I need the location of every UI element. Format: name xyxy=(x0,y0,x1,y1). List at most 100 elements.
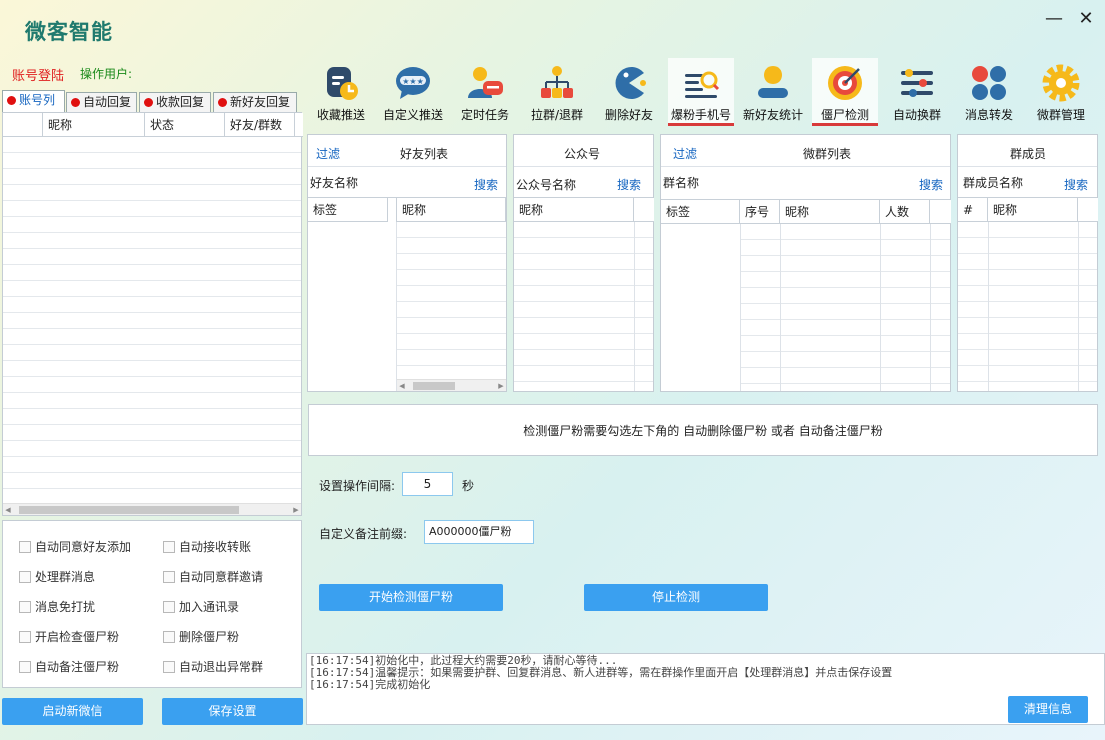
sliders-icon xyxy=(901,69,933,97)
org-chart-icon xyxy=(541,66,573,98)
option-exit-abnormal-group[interactable]: 自动退出异常群 xyxy=(163,659,263,675)
members-search-link[interactable]: 搜索 xyxy=(1064,176,1088,193)
tool-new-friend-stats[interactable]: 新好友统计 xyxy=(740,58,806,126)
option-add-to-contacts[interactable]: 加入通讯录 xyxy=(163,599,239,615)
checkbox[interactable] xyxy=(163,661,175,673)
tool-join-leave-group[interactable]: 拉群/退群 xyxy=(524,58,590,126)
scroll-right-icon[interactable]: ▶ xyxy=(496,380,506,392)
checkbox[interactable] xyxy=(163,631,175,643)
checkbox[interactable] xyxy=(19,541,31,553)
table-body[interactable] xyxy=(514,222,653,391)
account-table: 昵称 状态 好友/群数 ◀ ▶ xyxy=(2,112,303,516)
tool-message-forward[interactable]: 消息转发 xyxy=(956,58,1022,126)
checkbox[interactable] xyxy=(163,541,175,553)
option-auto-accept-friend[interactable]: 自动同意好友添加 xyxy=(19,539,131,555)
option-remark-zombie[interactable]: 自动备注僵尸粉 xyxy=(19,659,119,675)
tab-new-friend-reply[interactable]: 新好友回复 xyxy=(213,92,297,112)
tool-scheduled-task[interactable]: 定时任务 xyxy=(452,58,518,126)
friend-name-label: 好友名称 xyxy=(310,176,359,190)
table-body[interactable] xyxy=(740,224,950,391)
option-auto-receive-transfer[interactable]: 自动接收转账 xyxy=(163,539,251,555)
divider xyxy=(740,224,741,391)
close-button[interactable]: ✕ xyxy=(1075,8,1097,30)
checkbox[interactable] xyxy=(163,571,175,583)
checkbox[interactable] xyxy=(163,601,175,613)
minimize-button[interactable]: — xyxy=(1043,8,1065,30)
official-search-link[interactable]: 搜索 xyxy=(617,176,641,193)
option-label: 加入通讯录 xyxy=(179,600,240,614)
tab-account-list[interactable]: 账号列 xyxy=(2,90,65,112)
interval-input[interactable]: 5 xyxy=(402,472,453,496)
tool-label: 僵尸检测 xyxy=(820,108,869,122)
column-header[interactable]: 昵称 xyxy=(780,200,880,224)
friends-table: 标签 昵称 ◀ ▶ xyxy=(308,197,506,391)
checkbox[interactable] xyxy=(19,631,31,643)
start-detect-button[interactable]: 开始检测僵尸粉 xyxy=(319,584,503,611)
user-stat-icon xyxy=(758,66,788,98)
scroll-left-icon[interactable]: ◀ xyxy=(397,380,407,392)
table-body[interactable] xyxy=(958,222,1097,391)
column-header[interactable]: 状态 xyxy=(145,113,225,137)
interval-label: 设置操作间隔: xyxy=(319,479,396,493)
column-header[interactable]: 昵称 xyxy=(988,198,1078,222)
checkbox[interactable] xyxy=(19,571,31,583)
horizontal-scrollbar[interactable]: ◀ ▶ xyxy=(3,503,301,515)
column-header[interactable]: 昵称 xyxy=(43,113,145,137)
tab-payment-reply[interactable]: 收款回复 xyxy=(139,92,211,112)
tool-zombie-detect[interactable]: 僵尸检测 xyxy=(812,58,878,126)
tool-label: 拉群/退群 xyxy=(530,108,584,122)
groups-table: 标签 序号 昵称 人数 xyxy=(661,199,951,391)
stop-detect-button[interactable]: 停止检测 xyxy=(584,584,768,611)
tool-label: 新好友统计 xyxy=(742,108,803,122)
option-auto-accept-group-invite[interactable]: 自动同意群邀请 xyxy=(163,569,263,585)
groups-filter-link[interactable]: 过滤 xyxy=(673,145,697,162)
tool-phone-burst[interactable]: 爆粉手机号 xyxy=(668,58,734,126)
option-label: 删除僵尸粉 xyxy=(179,630,240,644)
column-header[interactable]: # xyxy=(958,198,988,222)
scroll-thumb[interactable] xyxy=(413,382,455,390)
notice-text: 检测僵尸粉需要勾选左下角的 自动删除僵尸粉 或者 自动备注僵尸粉 xyxy=(523,424,883,438)
column-header[interactable]: 人数 xyxy=(880,200,930,224)
scroll-left-icon[interactable]: ◀ xyxy=(3,504,13,516)
groups-panel: 过滤 微群列表 群名称 搜索 标签 序号 昵称 人数 xyxy=(660,134,951,392)
scroll-thumb[interactable] xyxy=(19,506,239,514)
friends-filter-link[interactable]: 过滤 xyxy=(316,145,340,162)
tool-auto-switch-group[interactable]: 自动换群 xyxy=(884,58,950,126)
checkbox[interactable] xyxy=(19,601,31,613)
remark-prefix-input[interactable]: A000000僵尸粉 xyxy=(424,520,534,544)
column-header[interactable] xyxy=(3,113,43,137)
tab-auto-reply[interactable]: 自动回复 xyxy=(66,92,137,112)
groups-search-link[interactable]: 搜索 xyxy=(919,176,943,193)
tool-group-manage[interactable]: 微群管理 xyxy=(1028,58,1094,126)
tool-favorites-push[interactable]: 收藏推送 xyxy=(308,58,374,126)
log-panel[interactable]: [16:17:54]初始化中，此过程大约需要20秒，请耐心等待... [16:1… xyxy=(306,653,1105,725)
clear-log-button[interactable]: 清理信息 xyxy=(1008,696,1088,723)
column-header[interactable]: 昵称 xyxy=(396,198,506,222)
tool-label: 自动换群 xyxy=(892,108,941,122)
option-check-zombie[interactable]: 开启检查僵尸粉 xyxy=(19,629,119,645)
scroll-right-icon[interactable]: ▶ xyxy=(291,504,301,516)
checkbox[interactable] xyxy=(19,661,31,673)
column-header[interactable]: 好友/群数 xyxy=(225,113,295,137)
column-header[interactable]: 标签 xyxy=(661,200,740,224)
option-do-not-disturb[interactable]: 消息免打扰 xyxy=(19,599,95,615)
search-list-icon xyxy=(685,71,720,98)
option-label: 处理群消息 xyxy=(35,570,96,584)
column-header[interactable]: 标签 xyxy=(308,198,388,222)
table-body[interactable] xyxy=(3,137,301,501)
save-settings-button[interactable]: 保存设置 xyxy=(162,698,303,725)
account-login-link[interactable]: 账号登陆 xyxy=(12,65,64,84)
option-handle-group-message[interactable]: 处理群消息 xyxy=(19,569,95,585)
start-new-wechat-button[interactable]: 启动新微信 xyxy=(2,698,143,725)
friends-search-link[interactable]: 搜索 xyxy=(474,176,498,193)
column-header[interactable]: 昵称 xyxy=(514,198,634,222)
table-body[interactable] xyxy=(397,222,506,377)
horizontal-scrollbar[interactable]: ◀ ▶ xyxy=(397,379,506,391)
column-header[interactable]: 序号 xyxy=(740,200,780,224)
option-label: 自动备注僵尸粉 xyxy=(35,660,120,674)
tool-delete-friends[interactable]: 删除好友 xyxy=(596,58,662,126)
column-header xyxy=(1078,198,1098,222)
tool-custom-push[interactable]: ★★★ 自定义推送 xyxy=(380,58,446,126)
option-delete-zombie[interactable]: 删除僵尸粉 xyxy=(163,629,239,645)
tool-label: 定时任务 xyxy=(460,108,509,122)
